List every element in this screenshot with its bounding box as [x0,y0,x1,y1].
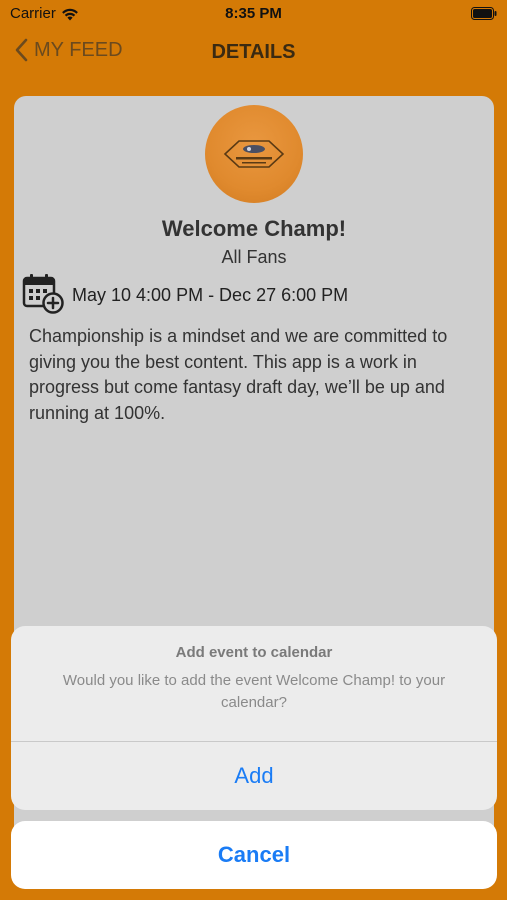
sheet-title: Add event to calendar [175,644,333,661]
add-button[interactable]: Add [11,742,497,810]
cancel-button[interactable]: Cancel [11,821,497,889]
add-to-calendar-sheet: Add event to calendar Would you like to … [11,626,497,810]
sheet-message: Would you like to add the event Welcome … [62,672,446,711]
